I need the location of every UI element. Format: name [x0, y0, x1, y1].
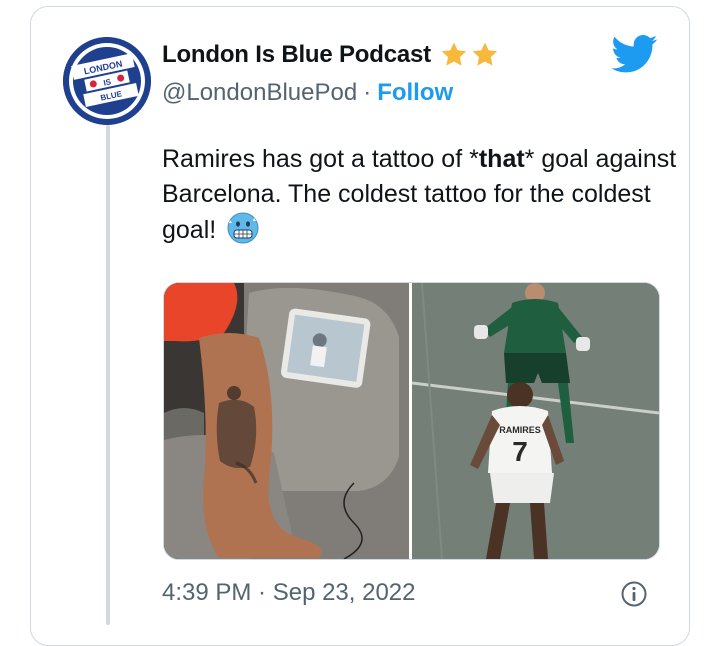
football-match-photo[interactable]: RAMIRES 7	[412, 283, 659, 559]
avatar[interactable]: LONDON IS BLUE	[63, 37, 151, 125]
author-handle-row: @LondonBluePod · Follow	[162, 79, 453, 107]
tweet-text-start: Ramires has got a tattoo of *	[162, 145, 479, 173]
tweet-text-bold: that	[478, 145, 525, 173]
badge-stars	[439, 40, 500, 70]
twitter-bird-icon[interactable]	[612, 34, 658, 74]
follow-button[interactable]: Follow	[377, 79, 453, 107]
tweet-timestamp[interactable]: 4:39 PM · Sep 23, 2022	[162, 579, 416, 607]
tattoo-leg-photo[interactable]	[164, 283, 409, 559]
author-name-row: London Is Blue Podcast	[162, 40, 500, 70]
cold-face-emoji-icon	[227, 212, 259, 244]
jersey-number: 7	[512, 436, 528, 467]
tweet-text: Ramires has got a tattoo of *that* goal …	[162, 142, 682, 248]
thread-line	[106, 125, 110, 625]
star-icon	[441, 42, 467, 66]
star-icon	[472, 42, 498, 66]
display-name[interactable]: London Is Blue Podcast	[162, 41, 431, 69]
separator-dot: ·	[363, 79, 372, 106]
author-handle[interactable]: @LondonBluePod	[162, 79, 357, 107]
tweet-media[interactable]: RAMIRES 7	[163, 282, 660, 560]
info-icon[interactable]	[620, 580, 648, 608]
jersey-name: RAMIRES	[499, 425, 541, 435]
